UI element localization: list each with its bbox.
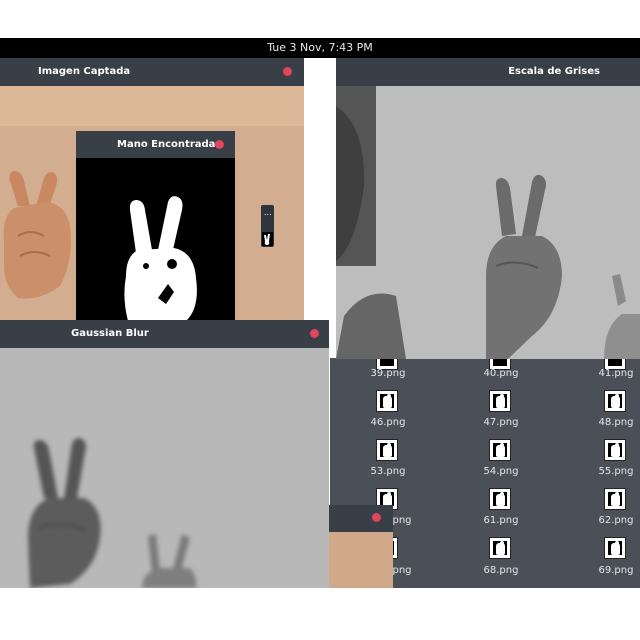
file-thumbnail-icon[interactable]	[489, 488, 511, 510]
blurred-image	[0, 348, 329, 588]
file-thumbnail-icon[interactable]	[376, 390, 398, 412]
file-name[interactable]: 40.png	[471, 368, 531, 379]
file-name[interactable]: 53.png	[358, 466, 418, 477]
file-name[interactable]: 47.png	[471, 417, 531, 428]
window-gaussian-blur[interactable]: Gaussian Blur	[0, 320, 329, 588]
file-thumbnail-icon[interactable]	[604, 537, 626, 559]
close-button[interactable]	[283, 67, 292, 76]
file-thumbnail-icon[interactable]	[604, 488, 626, 510]
window-title: Gaussian Blur	[71, 328, 149, 339]
window-title: Escala de Grises	[508, 66, 600, 77]
grayscale-image	[336, 86, 640, 359]
close-button[interactable]	[310, 329, 319, 338]
close-button[interactable]	[215, 140, 224, 149]
window-titlebar[interactable]: Gaussian Blur	[0, 320, 329, 348]
file-name[interactable]: 48.png	[586, 417, 640, 428]
file-thumbnail-icon[interactable]	[604, 390, 626, 412]
window-title: Imagen Captada	[38, 66, 131, 77]
hand-mask-image	[76, 158, 235, 321]
window-titlebar[interactable]: Escala de Grises	[336, 58, 640, 86]
window-escala-de-grises[interactable]: Escala de Grises	[336, 58, 640, 359]
window-hidden[interactable]	[329, 505, 393, 588]
hand-thumbnail-icon	[262, 232, 273, 246]
file-name[interactable]: 69.png	[586, 565, 640, 576]
file-name[interactable]: 39.png	[358, 368, 418, 379]
file-name[interactable]: 54.png	[471, 466, 531, 477]
file-thumbnail-icon[interactable]	[376, 439, 398, 461]
window-titlebar[interactable]	[329, 505, 393, 532]
window-titlebar[interactable]: Imagen Captada	[0, 58, 304, 86]
file-thumbnail-icon[interactable]	[489, 537, 511, 559]
file-thumbnail-icon[interactable]	[604, 439, 626, 461]
small-window-trackbar[interactable]: ...	[261, 205, 274, 247]
file-thumbnail-icon[interactable]	[489, 390, 511, 412]
file-name[interactable]: 41.png	[586, 368, 640, 379]
file-name[interactable]: 68.png	[471, 565, 531, 576]
file-name[interactable]: 46.png	[358, 417, 418, 428]
window-titlebar[interactable]: Mano Encontrada	[76, 131, 235, 158]
file-name[interactable]: 62.png	[586, 515, 640, 526]
file-name[interactable]: 55.png	[586, 466, 640, 477]
file-name[interactable]: 61.png	[471, 515, 531, 526]
file-thumbnail-icon[interactable]	[489, 439, 511, 461]
window-mano-encontrada[interactable]: Mano Encontrada	[76, 131, 235, 321]
close-button[interactable]	[372, 513, 381, 522]
window-title: Mano Encontrada	[117, 139, 216, 150]
small-window-label: ...	[264, 208, 272, 217]
top-panel-clock[interactable]: Tue 3 Nov, 7:43 PM	[0, 38, 640, 58]
